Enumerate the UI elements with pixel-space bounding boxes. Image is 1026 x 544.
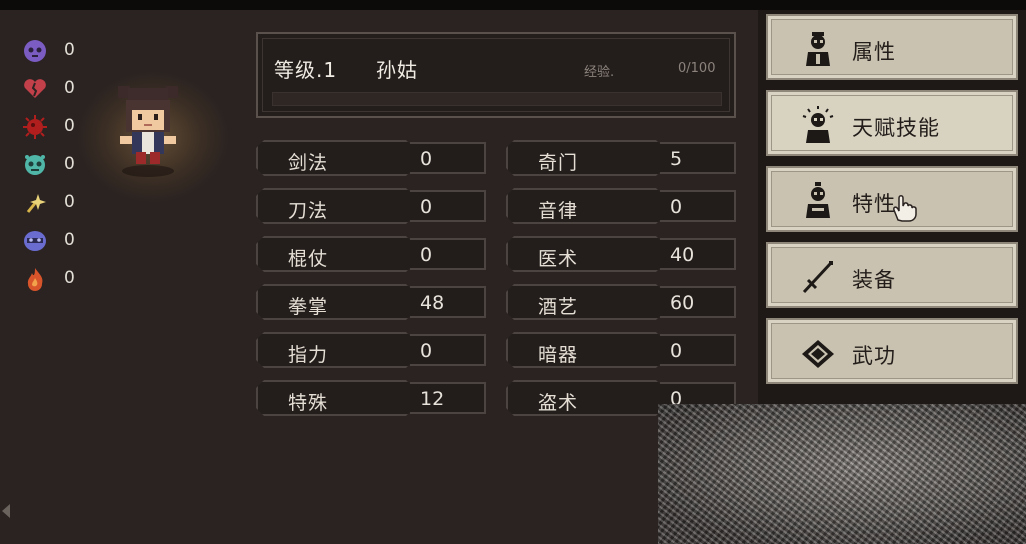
character-name: 孙姑 [376,58,418,82]
hand-cursor-icon [893,195,917,222]
status-row-sparkle: 0 [22,188,102,218]
skill-label-box: 刀法 [256,188,414,224]
skill-label: 剑法 [288,152,329,174]
menu-label: 装备 [852,268,896,292]
menu-label: 武功 [852,344,896,368]
skill-label: 奇门 [538,152,579,174]
status-value: 0 [64,78,75,98]
skill-label-box: 奇门 [506,140,664,176]
blue-mask-icon [22,228,48,254]
skill-value-box: 0 [410,190,486,222]
skill-value-box: 0 [410,334,486,366]
menu-equipment-button[interactable]: 装备 [766,242,1018,308]
skill-value: 48 [420,292,445,314]
skill-label: 音律 [538,200,579,222]
skill-label-box: 暗器 [506,332,664,368]
skill-label: 拳掌 [288,296,329,318]
video-noise-overlay [658,404,1026,544]
skill-label-box: 音律 [506,188,664,224]
skill-value: 60 [670,292,695,314]
skill-value-box: 60 [660,286,736,318]
skill-label: 特殊 [288,392,329,414]
skill-label: 医术 [538,248,579,270]
skill-label: 指力 [288,344,329,366]
skill-value: 0 [420,196,433,218]
skill-value: 40 [670,244,695,266]
person-icon [806,32,830,66]
skill-value: 12 [420,388,445,410]
skill-value: 0 [670,196,683,218]
skill-label: 棍仗 [288,248,329,270]
book-icon [802,340,834,368]
skill-value: 5 [670,148,683,170]
skill-label-box: 棍仗 [256,236,414,272]
skill-value-box: 40 [660,238,736,270]
exp-bar [272,92,722,106]
skill-label-box: 特殊 [256,380,414,416]
skill-value: 0 [670,340,683,362]
sword-icon [802,261,833,294]
status-value: 0 [64,230,75,250]
skill-label-box: 指力 [256,332,414,368]
status-value: 0 [64,268,75,288]
skill-label-box: 盗术 [506,380,664,416]
skill-value: 0 [420,340,433,362]
yellow-sparkle-icon [22,190,48,216]
status-row-flame: 0 [22,264,102,294]
menu-label: 天赋技能 [852,116,940,140]
status-row-poison: 0 [22,36,102,66]
skill-value-box: 48 [410,286,486,318]
skill-label-box: 医术 [506,236,664,272]
skill-value-box: 0 [410,142,486,174]
menu-martial-arts-button[interactable]: 武功 [766,318,1018,384]
skill-value-box: 12 [410,382,486,414]
menu-attributes-button[interactable]: 属性 [766,14,1018,80]
character-header: 等级.1 孙姑 经验. 0/100 [256,32,736,118]
exp-label: 经验. [584,65,615,80]
broken-heart-icon [22,76,48,102]
skill-value-box: 0 [660,190,736,222]
skill-value-box: 0 [660,334,736,366]
skill-label-box: 拳掌 [256,284,414,320]
skill-label: 刀法 [288,200,329,222]
status-value: 0 [64,40,75,60]
orange-flame-icon [22,266,48,292]
menu-talent-button[interactable]: 天赋技能 [766,90,1018,156]
skill-value-box: 0 [410,238,486,270]
skill-value-box: 5 [660,142,736,174]
person-trait-icon [806,182,830,218]
left-arrow-icon[interactable] [2,504,10,518]
red-virus-icon [22,114,48,140]
skill-label: 暗器 [538,344,579,366]
person-glow-icon [802,106,834,143]
character-level: 等级.1 [274,58,338,82]
character-sprite [118,86,178,177]
skill-value: 0 [420,148,433,170]
skill-label: 酒艺 [538,296,579,318]
menu-label: 属性 [852,40,896,64]
skill-label: 盗术 [538,392,579,414]
exp-value: 0/100 [678,61,716,76]
status-value: 0 [64,154,75,174]
teal-skull-icon [22,152,48,178]
status-value: 0 [64,192,75,212]
purple-skull-icon [22,38,48,64]
top-bar [0,0,1026,10]
skill-value: 0 [420,244,433,266]
skill-label-box: 酒艺 [506,284,664,320]
skill-label-box: 剑法 [256,140,414,176]
status-row-mask: 0 [22,226,102,256]
status-value: 0 [64,116,75,136]
